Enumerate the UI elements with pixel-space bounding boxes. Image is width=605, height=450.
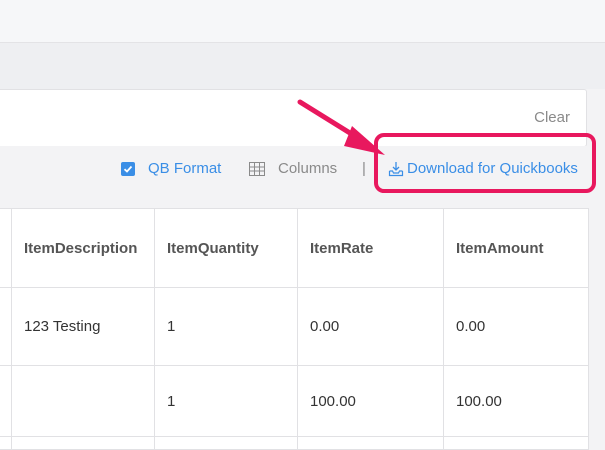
table-cell: 100.00: [456, 392, 502, 410]
download-icon: [388, 162, 404, 177]
header-itemquantity[interactable]: ItemQuantity: [155, 209, 298, 287]
download-label: Download for Quickbooks: [407, 160, 578, 177]
columns-label: Columns: [278, 160, 338, 177]
table-cell: [0, 288, 12, 365]
table-cell: [298, 437, 444, 449]
download-quickbooks-button[interactable]: Download for Quickbooks: [388, 160, 578, 178]
header-itemamount[interactable]: ItemAmount: [444, 209, 588, 287]
clear-link[interactable]: Clear: [534, 109, 570, 126]
toolbar-separator: |: [362, 160, 366, 177]
qb-format-toggle[interactable]: QB Format: [121, 160, 221, 178]
grid-icon: [249, 162, 265, 176]
table-cell: 100.00: [298, 366, 444, 436]
table-cell: 123 Testing: [12, 288, 155, 365]
table-cell: [0, 437, 12, 449]
table-cell: 1: [155, 288, 298, 365]
checkbox-checked-icon[interactable]: [121, 162, 135, 176]
table-header-row: ItemDescription ItemQuantity ItemRate It…: [0, 209, 588, 288]
header-itemdescription[interactable]: ItemDescription: [12, 209, 155, 287]
table-cell: 1: [155, 366, 298, 436]
columns-button[interactable]: Columns: [249, 160, 337, 178]
data-table: ItemDescription ItemQuantity ItemRate It…: [0, 208, 589, 450]
table-header-cell: [0, 209, 12, 287]
table-toolbar: QB Format Columns | Download for Quickbo…: [0, 146, 605, 208]
table-cell: [0, 366, 12, 436]
filter-panel: Clear: [0, 89, 587, 147]
top-bar: [0, 0, 605, 43]
table-cell: [155, 437, 298, 449]
table-cell: [444, 437, 588, 449]
header-itemrate[interactable]: ItemRate: [298, 209, 444, 287]
table-cell: 0.00: [298, 288, 444, 365]
table-cell: [12, 437, 155, 449]
table-cell: 0.00: [456, 318, 486, 335]
qb-format-label: QB Format: [148, 160, 222, 177]
table-cell: [12, 366, 155, 436]
header-band: [0, 43, 605, 89]
table-row[interactable]: 123 Testing 1 0.00 0.00: [0, 288, 588, 366]
table-row[interactable]: 1 100.00 100.00: [0, 366, 588, 437]
table-row[interactable]: [0, 437, 588, 449]
